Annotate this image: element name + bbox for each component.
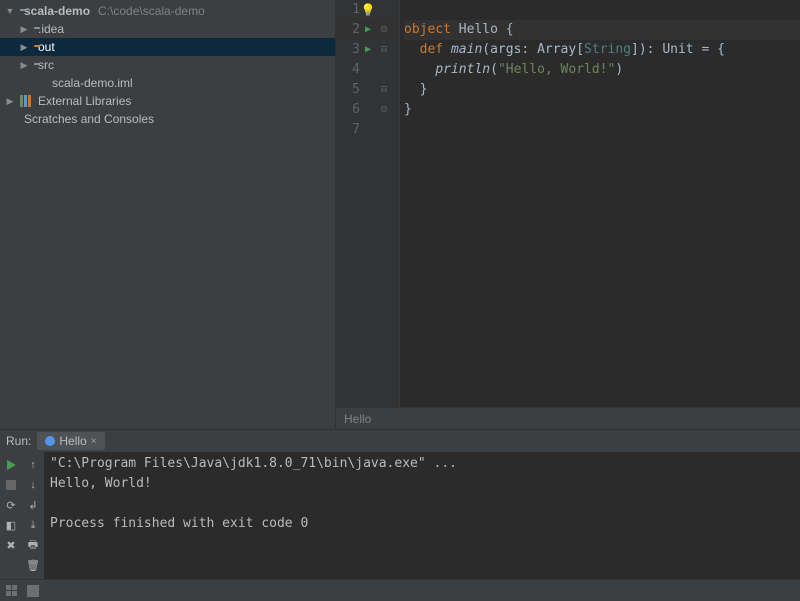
stop-button[interactable] (4, 478, 18, 492)
tree-item-iml[interactable]: scala-demo.iml (0, 74, 335, 92)
library-icon (20, 95, 34, 107)
editor-body[interactable]: 1💡 2▶⊟ 3▶⊟ 4 5⊟ 6⊟ 7 object Hello { def … (336, 0, 800, 407)
restart-button[interactable]: ⟳ (4, 498, 18, 512)
status-bar (0, 579, 800, 601)
up-button[interactable]: ↑ (26, 458, 40, 472)
run-tab-hello[interactable]: Hello × (37, 432, 104, 450)
layout-button[interactable]: ◧ (4, 518, 18, 532)
delete-button[interactable]: 🗑 (26, 558, 40, 572)
line-number: 5 (340, 80, 360, 100)
line-number: 2 (340, 20, 360, 40)
pin-button[interactable]: ✖ (4, 538, 18, 552)
tree-item-src[interactable]: ▶ src (0, 56, 335, 74)
tree-label: External Libraries (38, 94, 131, 108)
console-output[interactable]: "C:\Program Files\Java\jdk1.8.0_71\bin\j… (44, 452, 800, 579)
chevron-right-icon: ▶ (18, 60, 30, 71)
gutter[interactable]: 1💡 2▶⊟ 3▶⊟ 4 5⊟ 6⊟ 7 (336, 0, 400, 407)
fold-icon[interactable]: ⊟ (376, 100, 392, 120)
run-tool-window: Run: Hello × ⟳ ◧ ✖ ↑ ↓ ↲ ⤓ 🖶 🗑 (0, 429, 800, 579)
wrap-button[interactable]: ↲ (26, 498, 40, 512)
chevron-right-icon: ▶ (4, 96, 16, 107)
main-area: ▼ scala-demo C:\code\scala-demo ▶ .idea … (0, 0, 800, 429)
breadcrumb[interactable]: Hello (336, 407, 800, 429)
chevron-right-icon: ▶ (18, 42, 30, 53)
run-gutter-icon[interactable]: ▶ (360, 40, 376, 60)
run-tab-label: Hello (59, 434, 86, 448)
tree-label: out (38, 40, 55, 54)
run-config-icon (45, 436, 55, 446)
bulb-icon[interactable]: 💡 (360, 0, 376, 20)
fold-icon[interactable]: ⊟ (376, 20, 392, 40)
fold-icon[interactable]: ⊟ (376, 80, 392, 100)
project-path: C:\code\scala-demo (98, 4, 205, 18)
run-gutter-icon[interactable]: ▶ (360, 20, 376, 40)
scroll-button[interactable]: ⤓ (26, 518, 40, 532)
line-number: 4 (340, 60, 360, 80)
tree-item-out[interactable]: ▶ out (0, 38, 335, 56)
fold-icon[interactable]: ⊟ (376, 40, 392, 60)
project-name: scala-demo (24, 4, 90, 18)
tool-window-button[interactable] (27, 585, 39, 597)
run-tabs: Run: Hello × (0, 430, 800, 452)
line-number: 7 (340, 120, 360, 140)
project-tree[interactable]: ▼ scala-demo C:\code\scala-demo ▶ .idea … (0, 0, 336, 429)
run-label: Run: (6, 434, 31, 448)
tree-project-root[interactable]: ▼ scala-demo C:\code\scala-demo (0, 2, 335, 20)
down-button[interactable]: ↓ (26, 478, 40, 492)
tree-label: scala-demo.iml (52, 76, 133, 90)
line-number: 6 (340, 100, 360, 120)
close-icon[interactable]: × (91, 436, 97, 447)
rerun-button[interactable] (4, 458, 18, 472)
tree-external-libs[interactable]: ▶ External Libraries (0, 92, 335, 110)
chevron-down-icon: ▼ (4, 6, 16, 16)
run-toolbar: ⟳ ◧ ✖ ↑ ↓ ↲ ⤓ 🖶 🗑 (0, 452, 44, 579)
chevron-right-icon: ▶ (18, 24, 30, 35)
code-area[interactable]: object Hello { def main(args: Array[Stri… (400, 0, 800, 407)
tree-label: Scratches and Consoles (24, 112, 154, 126)
tree-item-idea[interactable]: ▶ .idea (0, 20, 335, 38)
tree-label: .idea (38, 22, 64, 36)
tool-windows-icon[interactable] (6, 585, 17, 596)
editor: 1💡 2▶⊟ 3▶⊟ 4 5⊟ 6⊟ 7 object Hello { def … (336, 0, 800, 429)
tree-label: src (38, 58, 54, 72)
print-button[interactable]: 🖶 (26, 538, 40, 552)
tree-scratches[interactable]: Scratches and Consoles (0, 110, 335, 128)
line-number: 3 (340, 40, 360, 60)
line-number: 1 (340, 0, 360, 20)
